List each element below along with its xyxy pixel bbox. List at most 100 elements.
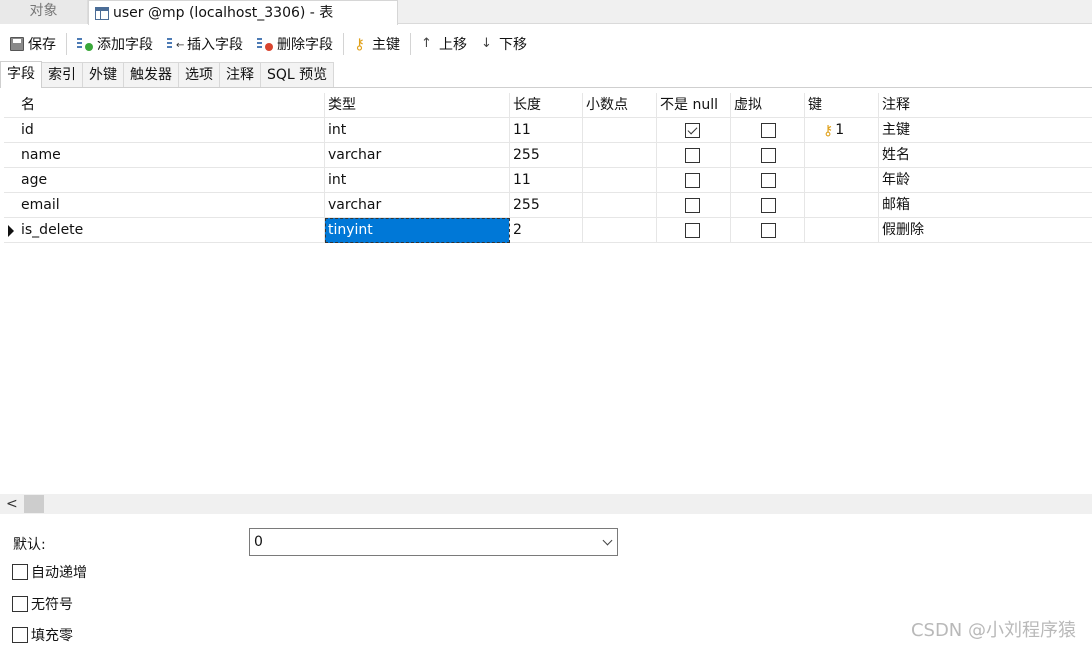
tab-indexes[interactable]: 索引 — [41, 62, 83, 87]
field-name-cell[interactable]: age — [18, 168, 325, 193]
unsigned-label: 无符号 — [31, 597, 73, 613]
unsigned-checkbox[interactable]: 无符号 — [12, 594, 73, 614]
field-type-cell[interactable]: tinyint — [325, 218, 510, 243]
key-cell[interactable] — [805, 193, 879, 218]
field-name-cell[interactable]: is_delete — [18, 218, 325, 243]
virtual-checkbox[interactable] — [761, 148, 776, 163]
auto-increment-checkbox[interactable]: 自动递增 — [12, 562, 87, 582]
header-decimals[interactable]: 小数点 — [583, 93, 657, 118]
insert-field-label: 插入字段 — [187, 37, 243, 53]
field-name-cell[interactable]: email — [18, 193, 325, 218]
row-indicator — [4, 143, 18, 168]
virtual-checkbox[interactable] — [761, 223, 776, 238]
grid-header-row: 名 类型 长度 小数点 不是 null 虚拟 键 注释 — [4, 93, 1092, 118]
tab-table-design[interactable]: user @mp (localhost_3306) - 表 — [88, 0, 398, 25]
row-indicator-header — [4, 93, 18, 118]
virtual-cell — [731, 193, 805, 218]
field-comment-cell[interactable]: 邮箱 — [879, 193, 1092, 218]
header-virtual[interactable]: 虚拟 — [731, 93, 805, 118]
field-comment-cell[interactable]: 年龄 — [879, 168, 1092, 193]
field-length-cell[interactable]: 255 — [510, 193, 583, 218]
field-name-cell[interactable]: id — [18, 118, 325, 143]
checkbox-box[interactable] — [12, 564, 28, 580]
virtual-cell — [731, 118, 805, 143]
primary-key-button[interactable]: ⚷ 主键 — [350, 31, 404, 57]
field-decimals-cell[interactable] — [583, 168, 657, 193]
not-null-checkbox[interactable] — [685, 173, 700, 188]
field-type-cell[interactable]: int — [325, 118, 510, 143]
tab-triggers[interactable]: 触发器 — [123, 62, 179, 87]
not-null-checkbox[interactable] — [685, 223, 700, 238]
insert-field-button[interactable]: 插入字段 — [163, 31, 247, 57]
tab-comment[interactable]: 注释 — [219, 62, 261, 87]
key-cell[interactable] — [805, 168, 879, 193]
auto-increment-label: 自动递增 — [31, 565, 87, 581]
field-decimals-cell[interactable] — [583, 218, 657, 243]
header-not-null[interactable]: 不是 null — [657, 93, 731, 118]
not-null-checkbox[interactable] — [685, 123, 700, 138]
field-comment-cell[interactable]: 假删除 — [879, 218, 1092, 243]
virtual-cell — [731, 218, 805, 243]
horizontal-scrollbar[interactable]: < — [0, 494, 1092, 514]
field-decimals-cell[interactable] — [583, 118, 657, 143]
move-up-button[interactable]: ↑ 上移 — [417, 31, 471, 57]
not-null-checkbox[interactable] — [685, 198, 700, 213]
virtual-checkbox[interactable] — [761, 198, 776, 213]
table-icon — [95, 6, 109, 20]
field-properties-panel: 默认: 0 自动递增 无符号 填充零 CSDN @小刘程序猿 — [0, 518, 1092, 648]
tab-objects[interactable]: 对象 — [0, 0, 88, 24]
save-icon — [10, 37, 24, 51]
not-null-checkbox[interactable] — [685, 148, 700, 163]
field-decimals-cell[interactable] — [583, 143, 657, 168]
field-type-cell[interactable]: varchar — [325, 193, 510, 218]
field-length-cell[interactable]: 255 — [510, 143, 583, 168]
field-length-cell[interactable]: 11 — [510, 168, 583, 193]
tab-options[interactable]: 选项 — [178, 62, 220, 87]
field-type-cell[interactable]: int — [325, 168, 510, 193]
delete-field-icon — [257, 37, 273, 51]
tab-sql-preview[interactable]: SQL 预览 — [260, 62, 335, 87]
key-cell[interactable]: ⚷ 1 — [805, 118, 879, 143]
field-length-cell[interactable]: 11 — [510, 118, 583, 143]
header-name[interactable]: 名 — [18, 93, 325, 118]
tab-fields[interactable]: 字段 — [0, 61, 42, 88]
key-cell[interactable] — [805, 218, 879, 243]
move-down-button[interactable]: ↓ 下移 — [477, 31, 531, 57]
toolbar-divider — [343, 33, 344, 55]
tab-foreign-keys[interactable]: 外键 — [82, 62, 124, 87]
field-type-cell[interactable]: varchar — [325, 143, 510, 168]
key-cell[interactable] — [805, 143, 879, 168]
field-comment-cell[interactable]: 姓名 — [879, 143, 1092, 168]
field-name-cell[interactable]: name — [18, 143, 325, 168]
not-null-cell — [657, 218, 731, 243]
design-tab-bar: 字段 索引 外键 触发器 选项 注释 SQL 预览 — [0, 61, 1092, 88]
checkbox-box[interactable] — [12, 596, 28, 612]
field-comment-cell[interactable]: 主键 — [879, 118, 1092, 143]
checkbox-box[interactable] — [12, 627, 28, 643]
table-row[interactable]: age int 11 年龄 — [4, 168, 1092, 193]
table-row[interactable]: name varchar 255 姓名 — [4, 143, 1092, 168]
virtual-checkbox[interactable] — [761, 173, 776, 188]
table-row[interactable]: email varchar 255 邮箱 — [4, 193, 1092, 218]
not-null-cell — [657, 168, 731, 193]
scroll-left-icon[interactable]: < — [6, 494, 20, 514]
header-key[interactable]: 键 — [805, 93, 879, 118]
save-button[interactable]: 保存 — [6, 31, 60, 57]
delete-field-button[interactable]: 删除字段 — [253, 31, 337, 57]
row-indicator — [4, 193, 18, 218]
virtual-checkbox[interactable] — [761, 123, 776, 138]
default-value-select[interactable]: 0 — [249, 528, 618, 556]
header-length[interactable]: 长度 — [510, 93, 583, 118]
field-decimals-cell[interactable] — [583, 193, 657, 218]
arrow-down-icon: ↓ — [481, 36, 492, 51]
field-length-cell[interactable]: 2 — [510, 218, 583, 243]
header-type[interactable]: 类型 — [325, 93, 510, 118]
tab-table-design-label: user @mp (localhost_3306) - 表 — [113, 5, 334, 21]
table-row[interactable]: id int 11 ⚷ 1 主键 — [4, 118, 1092, 143]
zerofill-checkbox[interactable]: 填充零 — [12, 625, 73, 645]
toolbar-divider — [410, 33, 411, 55]
table-row-selected[interactable]: is_delete tinyint 2 假删除 — [4, 218, 1092, 243]
header-comment[interactable]: 注释 — [879, 93, 1092, 118]
add-field-button[interactable]: 添加字段 — [73, 31, 157, 57]
scrollbar-thumb[interactable] — [24, 495, 44, 513]
